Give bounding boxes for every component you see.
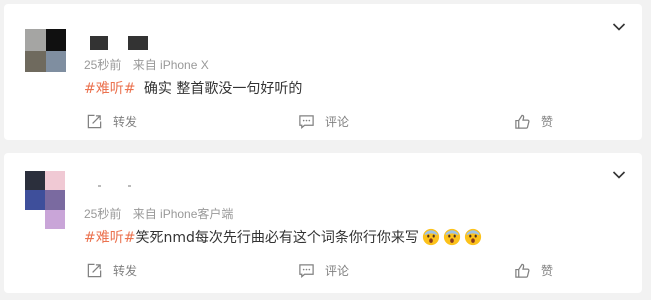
comment-button[interactable]: 评论 xyxy=(298,110,349,132)
avatar-tile xyxy=(45,190,65,210)
share-box-icon xyxy=(87,114,102,128)
scared-face-emoji-icon xyxy=(464,228,481,246)
chevron-down-icon[interactable] xyxy=(612,170,626,180)
thumbs-up-icon xyxy=(515,263,530,278)
chevron-down-icon[interactable] xyxy=(612,22,626,32)
avatar-tile xyxy=(25,209,45,229)
post-card: 25秒前 来自 iPhone X #难听# 确实 整首歌没一句好听的 转发 评论 xyxy=(4,4,642,140)
post-content: #难听#笑死nmd每次先行曲必有这个词条你行你来写 xyxy=(84,227,482,247)
post-text: 笑死nmd每次先行曲必有这个词条你行你来写 xyxy=(135,230,419,246)
repost-label: 转发 xyxy=(113,114,138,129)
post-meta: 25秒前 来自 iPhone客户端 xyxy=(84,205,233,222)
avatar-tile xyxy=(45,50,66,72)
post-time[interactable]: 25秒前 xyxy=(84,207,121,221)
post-card: 25秒前 来自 iPhone客户端 #难听#笑死nmd每次先行曲必有这个词条你行… xyxy=(4,153,642,293)
topic-tag[interactable]: #难听# xyxy=(84,81,135,97)
avatar-tile xyxy=(25,29,46,51)
like-button[interactable]: 赞 xyxy=(514,259,553,281)
like-label: 赞 xyxy=(541,263,554,278)
chat-bubble-icon xyxy=(299,114,314,129)
like-button[interactable]: 赞 xyxy=(514,110,553,132)
post-time[interactable]: 25秒前 xyxy=(84,58,121,72)
post-actions: 转发 评论 赞 xyxy=(4,259,642,281)
avatar-tile xyxy=(45,209,65,229)
comment-label: 评论 xyxy=(325,114,350,129)
post-source: 来自 iPhone X xyxy=(132,58,209,72)
repost-button[interactable]: 转发 xyxy=(86,110,137,132)
avatar-tile xyxy=(25,190,45,210)
thumbs-up-icon xyxy=(515,114,530,129)
share-box-icon xyxy=(87,263,102,277)
like-label: 赞 xyxy=(541,114,554,129)
repost-button[interactable]: 转发 xyxy=(86,259,137,281)
avatar-tile xyxy=(25,171,45,191)
post-text: 确实 整首歌没一句好听的 xyxy=(143,81,303,97)
comment-button[interactable]: 评论 xyxy=(298,259,349,281)
avatar-tile xyxy=(25,50,46,72)
avatar-tile xyxy=(45,171,65,191)
topic-tag[interactable]: #难听# xyxy=(84,230,135,246)
post-actions: 转发 评论 赞 xyxy=(4,110,642,132)
repost-label: 转发 xyxy=(113,263,138,278)
post-content: #难听# 确实 整首歌没一句好听的 xyxy=(84,78,302,98)
post-meta: 25秒前 来自 iPhone X xyxy=(84,56,209,73)
avatar[interactable] xyxy=(25,29,66,72)
scared-face-emoji-icon xyxy=(443,228,460,246)
avatar[interactable] xyxy=(25,171,65,229)
post-source: 来自 iPhone客户端 xyxy=(132,207,234,221)
comment-label: 评论 xyxy=(325,263,350,278)
chat-bubble-icon xyxy=(299,263,314,278)
avatar-tile xyxy=(45,29,66,51)
scared-face-emoji-icon xyxy=(422,228,439,246)
